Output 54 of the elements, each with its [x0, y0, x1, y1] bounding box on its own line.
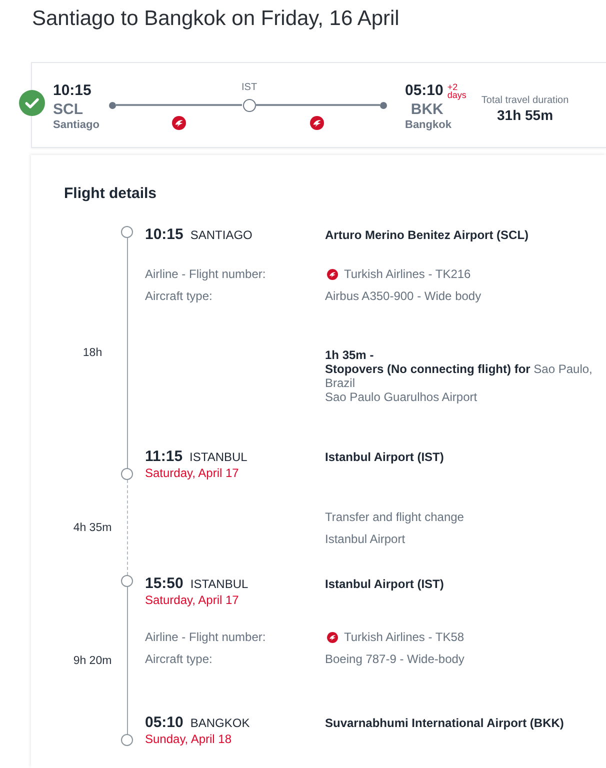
page-title: Santiago to Bangkok on Friday, 16 April — [32, 6, 400, 32]
timeline-circle-icon — [121, 575, 133, 587]
city-name: ISTANBUL — [190, 449, 248, 466]
airport-name: Istanbul Airport (IST) — [325, 449, 445, 466]
timeline-circle-icon — [121, 226, 133, 238]
airline-logo-icon — [327, 632, 338, 642]
day-offset: +2 days — [447, 83, 466, 99]
info-label: Airline - Flight number: — [145, 629, 267, 646]
total-duration: 31h 55m — [497, 107, 554, 124]
departure-time: 10:15 — [53, 81, 92, 101]
route-end-dot-icon — [109, 102, 116, 108]
info-label: Aircraft type: — [145, 288, 214, 305]
segment-duration: 18h — [82, 346, 102, 360]
airline-logo-icon — [327, 268, 338, 280]
stopover-note: Stopovers (No connecting flight) for Sao Paulo, Brazil — [325, 362, 594, 390]
flight-date: Saturday, April 17 — [145, 593, 239, 607]
flight-time: 05:10 — [145, 714, 184, 732]
airport-code: SCL — [53, 101, 83, 119]
aircraft-name: Airbus A350-900 - Wide body — [325, 288, 482, 305]
arrival-time: 05:10 — [405, 81, 444, 101]
transfer-info: Transfer and flight change — [325, 509, 465, 526]
airline-name: Turkish Airlines - TK58 — [344, 629, 464, 646]
stop-code: IST — [242, 82, 258, 94]
airline-name: Turkish Airlines - TK216 — [344, 266, 471, 283]
stopover-duration: 1h 35m - — [325, 348, 375, 362]
flight-time: 15:50 — [145, 575, 184, 593]
flight-time: 10:15 — [145, 226, 184, 244]
route-end-dot-icon — [380, 102, 387, 108]
segment-duration: 4h 35m — [73, 520, 112, 534]
flight-time: 11:15 — [145, 448, 183, 466]
stop-circle-icon — [242, 98, 256, 112]
flight-date: Saturday, April 17 — [145, 466, 239, 480]
stopover-airport: Sao Paulo Guarulhos Airport — [325, 390, 478, 404]
airport-name: Suvarnabhumi International Airport (BKK) — [325, 715, 565, 732]
city-name: SANTIAGO — [190, 227, 252, 244]
timeline-circle-icon — [121, 734, 133, 746]
airport-name: Istanbul Airport (IST) — [325, 576, 445, 593]
info-label: Aircraft type: — [145, 651, 214, 668]
section-heading: Flight details — [64, 185, 157, 203]
segment-duration: 9h 20m — [73, 654, 112, 668]
duration-label: Total travel duration — [481, 94, 569, 107]
airport-code: BKK — [410, 101, 444, 119]
city-name: ISTANBUL — [190, 576, 248, 593]
airline-logo-icon — [310, 116, 324, 130]
aircraft-name: Boeing 787-9 - Wide-body — [325, 651, 466, 668]
city-name: Santiago — [53, 119, 100, 131]
flight-date: Sunday, April 18 — [145, 732, 232, 746]
info-label: Airline - Flight number: — [145, 266, 267, 283]
timeline-circle-icon — [121, 468, 133, 480]
transfer-info: Istanbul Airport — [325, 531, 406, 548]
city-name: BANGKOK — [190, 715, 250, 732]
city-name: Bangkok — [405, 119, 452, 131]
airport-name: Arturo Merino Benitez Airport (SCL) — [325, 227, 530, 244]
airline-logo-icon — [172, 116, 186, 130]
